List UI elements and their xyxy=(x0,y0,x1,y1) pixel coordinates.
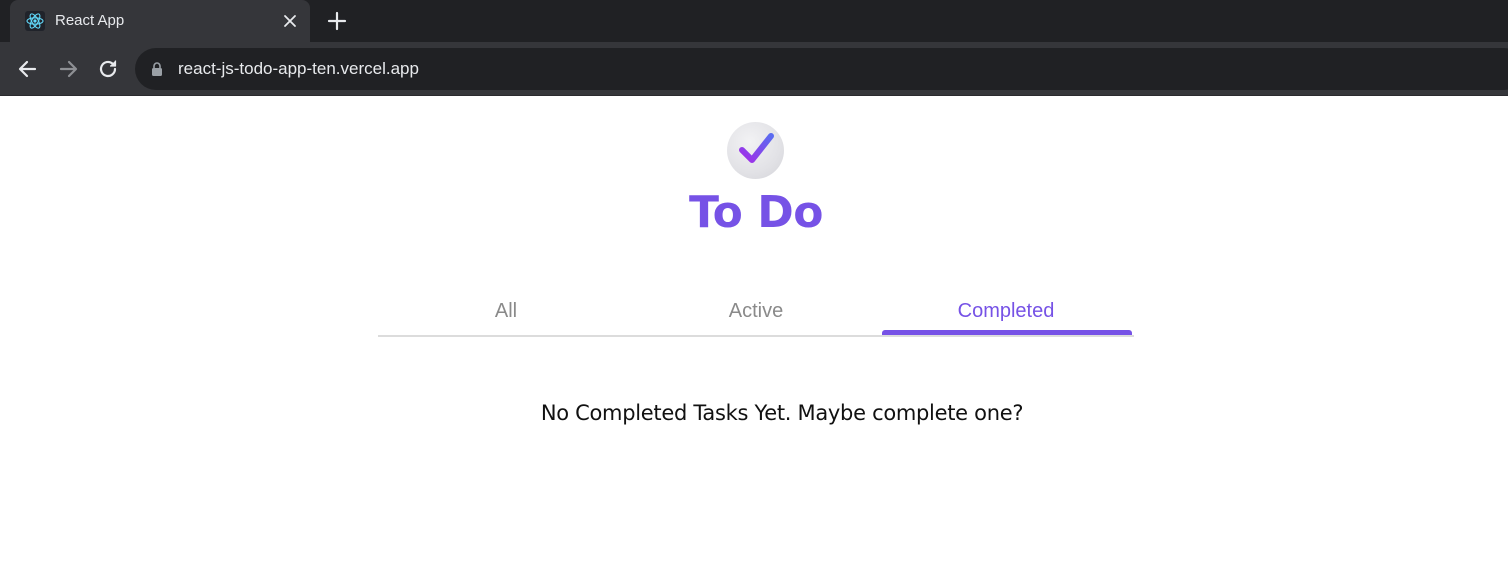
browser-tabstrip: React App xyxy=(0,0,1508,42)
lock-icon[interactable] xyxy=(151,62,163,76)
close-icon[interactable] xyxy=(282,13,298,29)
tab-title: React App xyxy=(55,12,125,29)
filter-tabs: All Active Completed xyxy=(378,292,1134,337)
url-text[interactable]: react-js-todo-app-ten.vercel.app xyxy=(178,59,419,79)
reload-icon[interactable] xyxy=(97,58,119,80)
empty-state-message: No Completed Tasks Yet. Maybe complete o… xyxy=(540,401,1024,425)
arrow-left-icon[interactable] xyxy=(17,58,39,80)
browser-toolbar: react-js-todo-app-ten.vercel.app xyxy=(0,42,1508,96)
page-title: To Do xyxy=(689,187,823,238)
page-content: To Do All Active Completed No Completed … xyxy=(0,97,1508,568)
checkmark-icon xyxy=(727,122,784,179)
address-bar[interactable]: react-js-todo-app-ten.vercel.app xyxy=(135,48,1508,90)
tab-completed[interactable]: Completed xyxy=(881,292,1131,335)
browser-tab[interactable]: React App xyxy=(10,0,310,42)
tab-all[interactable]: All xyxy=(381,292,631,335)
arrow-right-icon[interactable] xyxy=(57,58,79,80)
tab-active[interactable]: Active xyxy=(631,292,881,335)
plus-icon[interactable] xyxy=(327,11,347,31)
react-logo-icon xyxy=(25,11,45,31)
active-tab-indicator xyxy=(882,330,1132,335)
